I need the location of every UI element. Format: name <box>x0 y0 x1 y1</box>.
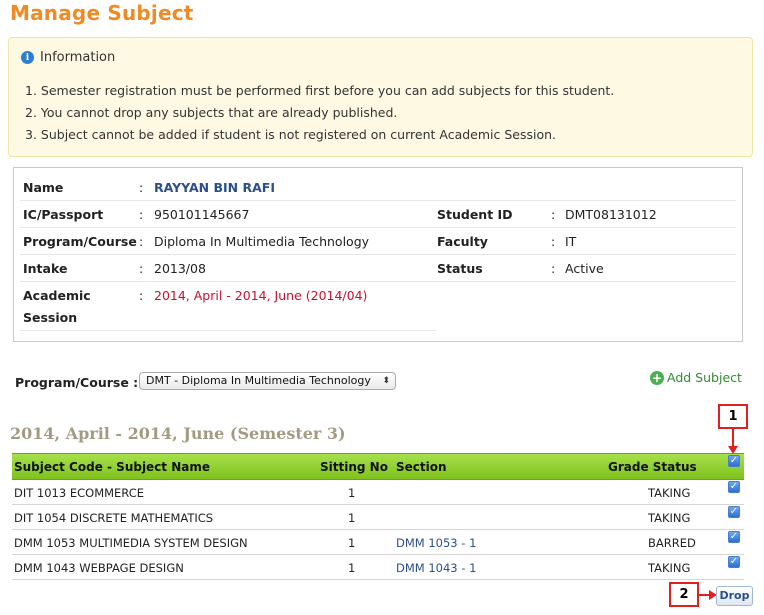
arrow-head-1 <box>728 446 738 454</box>
annotation-arrows <box>699 429 738 600</box>
drop-button[interactable]: Drop <box>716 586 753 606</box>
